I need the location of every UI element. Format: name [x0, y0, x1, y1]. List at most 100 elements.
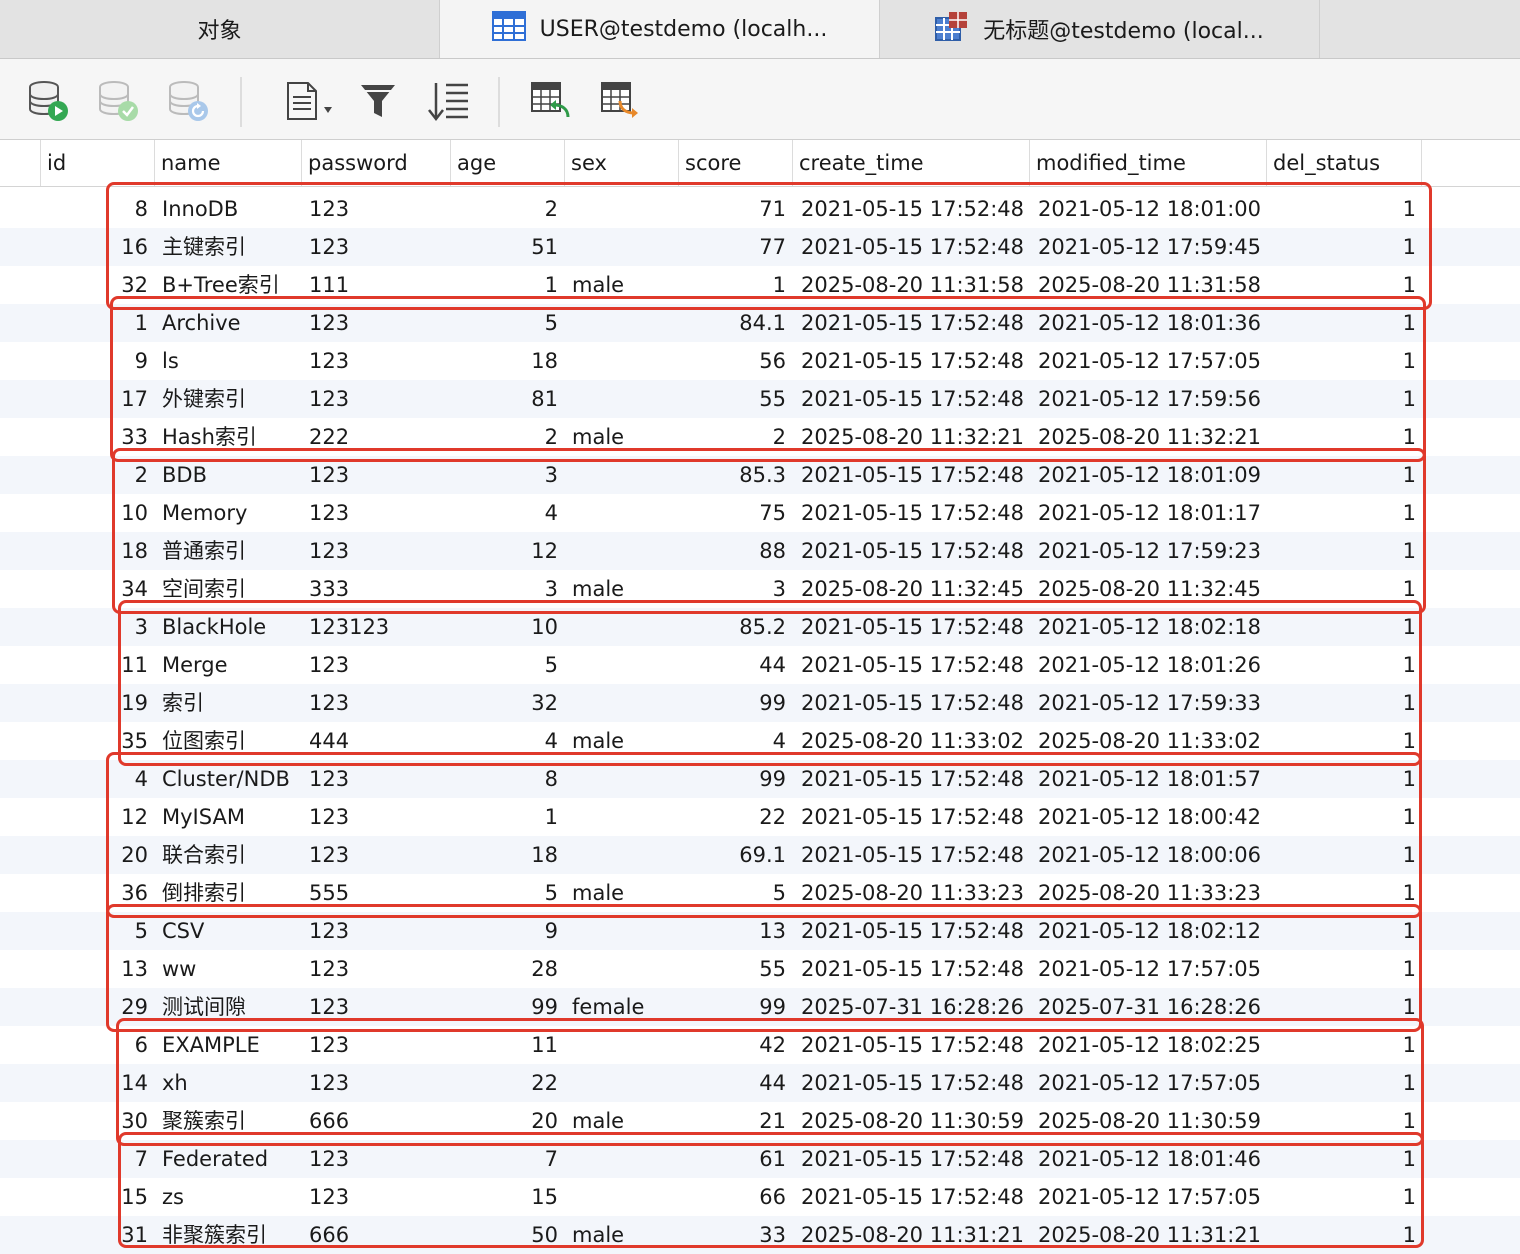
column-header-name[interactable]: name	[154, 140, 301, 186]
cell-id[interactable]: 36	[44, 874, 148, 912]
cell-name[interactable]: BDB	[162, 456, 297, 494]
cell-del-status[interactable]: 1	[1270, 190, 1416, 228]
cell-password[interactable]: 111	[309, 266, 449, 304]
cell-score[interactable]: 22	[680, 798, 786, 836]
cell-id[interactable]: 11	[44, 646, 148, 684]
cell-password[interactable]: 333	[309, 570, 449, 608]
cell-name[interactable]: MyISAM	[162, 798, 297, 836]
cell-id[interactable]: 12	[44, 798, 148, 836]
cell-age[interactable]: 11	[454, 1026, 558, 1064]
cell-name[interactable]: Memory	[162, 494, 297, 532]
table-row[interactable]: 3 BlackHole 123123 10 85.2 2021-05-15 17:52:4…	[0, 608, 1520, 646]
cell-password[interactable]: 123	[309, 228, 449, 266]
cell-modified-time[interactable]: 2025-08-20 11:33:02	[1038, 722, 1262, 760]
cell-del-status[interactable]: 1	[1270, 342, 1416, 380]
cell-modified-time[interactable]: 2025-07-31 16:28:26	[1038, 988, 1262, 1026]
cell-sex[interactable]	[572, 380, 676, 418]
table-row[interactable]: 20 联合索引 123 18 69.1 2021-05-15 17:52:48 2021-0…	[0, 836, 1520, 874]
cell-password[interactable]: 666	[309, 1102, 449, 1140]
cell-modified-time[interactable]: 2021-05-12 18:02:12	[1038, 912, 1262, 950]
cell-modified-time[interactable]: 2021-05-12 17:57:05	[1038, 950, 1262, 988]
cell-create-time[interactable]: 2025-08-20 11:32:21	[801, 418, 1024, 456]
cell-modified-time[interactable]: 2021-05-12 17:59:33	[1038, 684, 1262, 722]
cell-create-time[interactable]: 2021-05-15 17:52:48	[801, 1064, 1024, 1102]
cell-age[interactable]: 1	[454, 266, 558, 304]
table-row[interactable]: 17 外键索引 123 81 55 2021-05-15 17:52:48 2021-05-…	[0, 380, 1520, 418]
cell-del-status[interactable]: 1	[1270, 1178, 1416, 1216]
cell-del-status[interactable]: 1	[1270, 456, 1416, 494]
cell-score[interactable]: 85.2	[680, 608, 786, 646]
cell-del-status[interactable]: 1	[1270, 684, 1416, 722]
cell-name[interactable]: 普通索引	[162, 532, 297, 570]
table-row[interactable]: 36 倒排索引 555 5 male 5 2025-08-20 11:33:23 2025-0…	[0, 874, 1520, 912]
column-header-sex[interactable]: sex	[564, 140, 678, 186]
cell-id[interactable]: 30	[44, 1102, 148, 1140]
cell-modified-time[interactable]: 2021-05-12 18:02:18	[1038, 608, 1262, 646]
table-row[interactable]: 33 Hash索引 222 2 male 2 2025-08-20 11:32:21 2025…	[0, 418, 1520, 456]
cell-password[interactable]: 123	[309, 1140, 449, 1178]
cell-sex[interactable]	[572, 646, 676, 684]
cell-score[interactable]: 56	[680, 342, 786, 380]
table-row[interactable]: 10 Memory 123 4 75 2021-05-15 17:52:48 2021-05…	[0, 494, 1520, 532]
cell-score[interactable]: 88	[680, 532, 786, 570]
cell-name[interactable]: 索引	[162, 684, 297, 722]
cell-modified-time[interactable]: 2021-05-12 18:00:06	[1038, 836, 1262, 874]
cell-score[interactable]: 55	[680, 380, 786, 418]
cell-modified-time[interactable]: 2025-08-20 11:33:23	[1038, 874, 1262, 912]
cell-name[interactable]: 主键索引	[162, 228, 297, 266]
cell-age[interactable]: 7	[454, 1140, 558, 1178]
cell-name[interactable]: 空间索引	[162, 570, 297, 608]
cell-sex[interactable]: female	[572, 988, 676, 1026]
cell-del-status[interactable]: 1	[1270, 418, 1416, 456]
cell-modified-time[interactable]: 2025-08-20 11:32:21	[1038, 418, 1262, 456]
cell-sex[interactable]	[572, 836, 676, 874]
cell-create-time[interactable]: 2021-05-15 17:52:48	[801, 1178, 1024, 1216]
begin-transaction-button[interactable]	[26, 81, 70, 125]
cell-score[interactable]: 2	[680, 418, 786, 456]
cell-age[interactable]: 18	[454, 342, 558, 380]
table-row[interactable]: 6 EXAMPLE 123 11 42 2021-05-15 17:52:48 2021-0…	[0, 1026, 1520, 1064]
cell-score[interactable]: 55	[680, 950, 786, 988]
cell-score[interactable]: 99	[680, 760, 786, 798]
cell-create-time[interactable]: 2025-08-20 11:32:45	[801, 570, 1024, 608]
cell-id[interactable]: 19	[44, 684, 148, 722]
cell-del-status[interactable]: 1	[1270, 836, 1416, 874]
cell-age[interactable]: 5	[454, 304, 558, 342]
cell-del-status[interactable]: 1	[1270, 266, 1416, 304]
cell-score[interactable]: 99	[680, 684, 786, 722]
cell-age[interactable]: 2	[454, 190, 558, 228]
sort-button[interactable]	[426, 81, 470, 125]
cell-password[interactable]: 666	[309, 1216, 449, 1254]
cell-id[interactable]: 1	[44, 304, 148, 342]
cell-age[interactable]: 81	[454, 380, 558, 418]
cell-age[interactable]: 9	[454, 912, 558, 950]
cell-create-time[interactable]: 2021-05-15 17:52:48	[801, 228, 1024, 266]
cell-password[interactable]: 123	[309, 836, 449, 874]
cell-modified-time[interactable]: 2021-05-12 18:02:25	[1038, 1026, 1262, 1064]
cell-create-time[interactable]: 2021-05-15 17:52:48	[801, 380, 1024, 418]
table-row[interactable]: 9 ls 123 18 56 2021-05-15 17:52:48 2021-05-12 …	[0, 342, 1520, 380]
cell-modified-time[interactable]: 2021-05-12 18:01:26	[1038, 646, 1262, 684]
column-header-id[interactable]: id	[40, 140, 154, 186]
cell-name[interactable]: 测试间隙	[162, 988, 297, 1026]
cell-name[interactable]: InnoDB	[162, 190, 297, 228]
cell-id[interactable]: 14	[44, 1064, 148, 1102]
cell-password[interactable]: 123	[309, 494, 449, 532]
cell-del-status[interactable]: 1	[1270, 570, 1416, 608]
cell-create-time[interactable]: 2021-05-15 17:52:48	[801, 646, 1024, 684]
tab-untitled-query[interactable]: 无标题@testdemo (local...	[880, 0, 1320, 58]
cell-create-time[interactable]: 2025-07-31 16:28:26	[801, 988, 1024, 1026]
cell-name[interactable]: EXAMPLE	[162, 1026, 297, 1064]
cell-sex[interactable]	[572, 950, 676, 988]
cell-sex[interactable]	[572, 1140, 676, 1178]
cell-create-time[interactable]: 2021-05-15 17:52:48	[801, 304, 1024, 342]
cell-del-status[interactable]: 1	[1270, 1140, 1416, 1178]
cell-password[interactable]: 123	[309, 342, 449, 380]
cell-password[interactable]: 123	[309, 684, 449, 722]
cell-password[interactable]: 123	[309, 380, 449, 418]
cell-del-status[interactable]: 1	[1270, 228, 1416, 266]
column-header-del-status[interactable]: del_status	[1266, 140, 1422, 186]
cell-sex[interactable]	[572, 304, 676, 342]
table-row[interactable]: 2 BDB 123 3 85.3 2021-05-15 17:52:48 2021-05-1…	[0, 456, 1520, 494]
cell-name[interactable]: 倒排索引	[162, 874, 297, 912]
